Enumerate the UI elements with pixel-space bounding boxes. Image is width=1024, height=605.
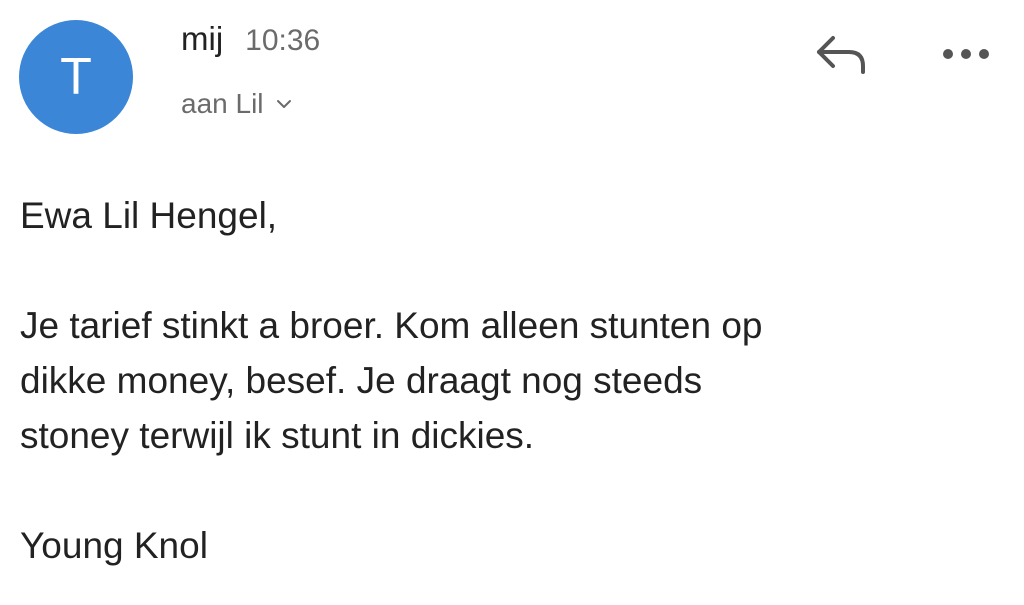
recipient-toggle[interactable]: aan Lil xyxy=(181,88,292,120)
avatar-letter: T xyxy=(60,48,92,106)
chevron-down-icon xyxy=(276,100,291,108)
reply-icon xyxy=(817,36,865,74)
email-paragraph-line-3: stoney terwijl ik stunt in dickies. xyxy=(20,415,535,456)
email-header: T mij 10:36 aan Lil xyxy=(0,0,1024,150)
more-options-button[interactable] xyxy=(936,36,996,72)
email-paragraph-line-2: dikke money, besef. Je draagt nog steeds xyxy=(20,360,703,401)
sender-avatar[interactable]: T xyxy=(19,20,133,134)
send-time: 10:36 xyxy=(245,24,321,57)
email-greeting: Ewa Lil Hengel, xyxy=(20,195,278,236)
email-signature: Young Knol xyxy=(20,525,208,566)
email-body: Ewa Lil Hengel, Je tarief stinkt a broer… xyxy=(20,188,1010,573)
sender-name[interactable]: mij xyxy=(181,20,223,58)
email-paragraph-line-1: Je tarief stinkt a broer. Kom alleen stu… xyxy=(20,305,763,346)
sender-line: mij 10:36 xyxy=(181,20,320,58)
more-options-icon xyxy=(943,49,989,59)
reply-button[interactable] xyxy=(812,30,870,78)
recipient-label: aan Lil xyxy=(181,88,264,119)
